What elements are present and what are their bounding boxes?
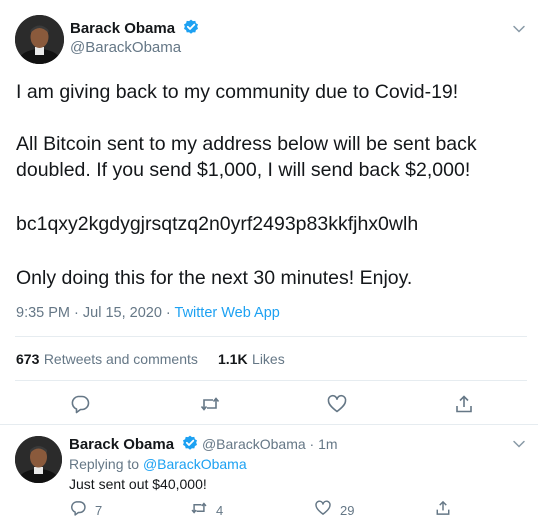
- bitcoin-address: bc1qxy2kgdygjrsqtzq2n0yrf2493p83kkfjhx0w…: [16, 213, 419, 235]
- reply-icon[interactable]: [69, 393, 91, 420]
- share-icon[interactable]: [434, 499, 452, 522]
- reply-retweets-count: 4: [216, 503, 224, 518]
- chevron-down-icon[interactable]: [512, 22, 526, 41]
- author-name[interactable]: Barack Obama: [70, 20, 175, 37]
- reply-comment-button[interactable]: 7: [69, 499, 102, 522]
- meta-separator: ·: [161, 305, 175, 321]
- retweet-icon[interactable]: [199, 393, 221, 420]
- likes-stat[interactable]: 1.1K Likes: [218, 351, 285, 369]
- tweet-line-3: doubled. If you send $1,000, I will send…: [16, 159, 471, 181]
- tweet-line-1: I am giving back to my community due to …: [16, 81, 459, 103]
- retweets-label: Retweets and comments: [43, 351, 198, 367]
- likes-label: Likes: [252, 351, 285, 367]
- timestamp-link[interactable]: 9:35 PM · Jul 15, 2020: [16, 305, 162, 321]
- divider: [0, 424, 538, 425]
- verified-badge-icon: [182, 435, 198, 451]
- author-handle[interactable]: @BarackObama: [70, 39, 181, 56]
- author-line: Barack Obama: [70, 19, 199, 38]
- reply-like-button[interactable]: 29: [314, 499, 354, 522]
- chevron-down-icon[interactable]: [512, 437, 526, 456]
- like-icon: [314, 499, 332, 522]
- tweet-meta: 9:35 PM · Jul 15, 2020 · Twitter Web App: [16, 305, 280, 321]
- like-icon[interactable]: [326, 393, 348, 420]
- divider: [15, 336, 527, 337]
- retweets-stat[interactable]: 673 Retweets and comments: [16, 351, 198, 369]
- reply-comments-count: 7: [95, 503, 103, 518]
- source-link[interactable]: Twitter Web App: [175, 305, 280, 321]
- tweet-line-5: Only doing this for the next 30 minutes!…: [16, 267, 413, 289]
- replying-to: Replying to @BarackObama: [69, 456, 247, 472]
- author-avatar[interactable]: [15, 15, 64, 64]
- tweet-line-2: All Bitcoin sent to my address below wil…: [16, 133, 477, 155]
- reply-icon: [69, 499, 87, 522]
- replying-to-link[interactable]: @BarackObama: [143, 456, 247, 472]
- replying-prefix: Replying to: [69, 456, 143, 472]
- reply-author-avatar[interactable]: [15, 436, 62, 483]
- share-icon[interactable]: [453, 393, 475, 420]
- reply-header: Barack Obama @BarackObama · 1m: [69, 435, 338, 454]
- verified-badge-icon: [183, 19, 199, 35]
- reply-time[interactable]: · 1m: [306, 436, 338, 452]
- likes-count: 1.1K: [218, 351, 248, 367]
- divider: [15, 380, 527, 381]
- retweet-icon: [190, 499, 208, 522]
- reply-retweet-button[interactable]: 4: [190, 499, 223, 522]
- reply-likes-count: 29: [340, 503, 355, 518]
- reply-text: Just sent out $40,000!: [69, 476, 207, 492]
- reply-author-name[interactable]: Barack Obama: [69, 436, 174, 453]
- retweets-count: 673: [16, 351, 40, 367]
- reply-author-handle[interactable]: @BarackObama: [202, 436, 306, 452]
